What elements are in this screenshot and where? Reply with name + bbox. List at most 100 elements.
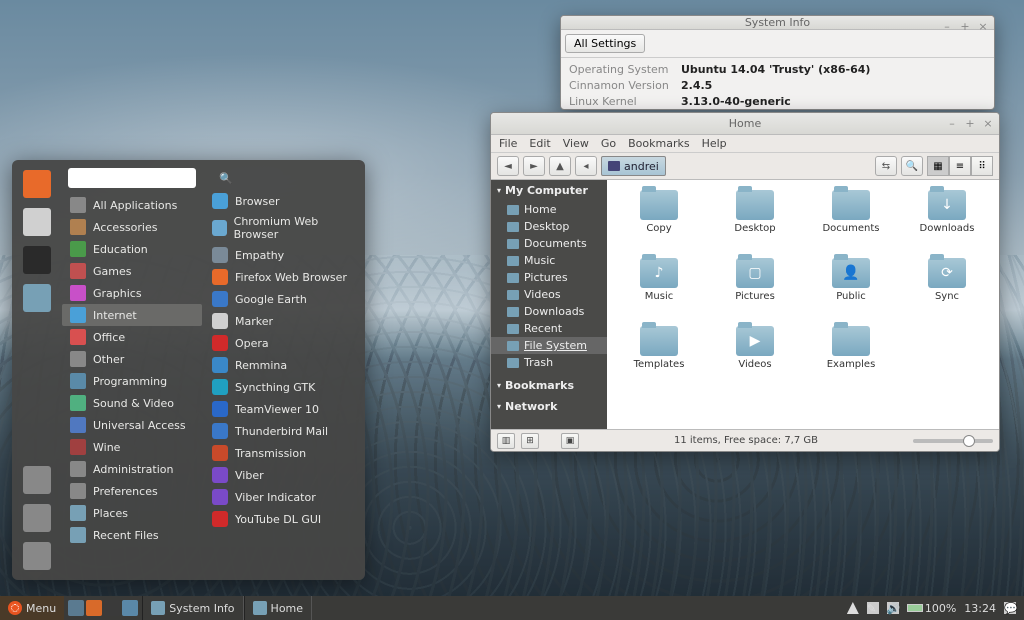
folder-sync[interactable]: ⟳Sync xyxy=(901,258,993,322)
menu-edit[interactable]: Edit xyxy=(529,137,550,150)
zoom-thumb[interactable] xyxy=(963,435,975,447)
status-tree-button[interactable]: ⊞ xyxy=(521,433,539,449)
app-chromium-web-browser[interactable]: Chromium Web Browser xyxy=(206,212,361,244)
all-settings-button[interactable]: All Settings xyxy=(565,34,645,53)
favorite-firefox[interactable] xyxy=(23,170,51,198)
notifications-icon[interactable]: 💬 xyxy=(1004,602,1016,614)
app-youtube-dl-gui[interactable]: YouTube DL GUI xyxy=(206,508,361,530)
sidebar-item-downloads[interactable]: Downloads xyxy=(491,303,607,320)
nav-path-button[interactable]: ◂ xyxy=(575,156,597,176)
view-icons-button[interactable]: ▦ xyxy=(927,156,949,176)
folder-pictures[interactable]: ▢Pictures xyxy=(709,258,801,322)
minimize-button[interactable]: – xyxy=(940,19,954,33)
folder-examples[interactable]: Examples xyxy=(805,326,897,390)
sidebar-item-file-system[interactable]: File System xyxy=(491,337,607,354)
app-search[interactable]: 🔍 xyxy=(68,168,196,188)
nav-up-button[interactable]: ▲ xyxy=(549,156,571,176)
zoom-slider[interactable] xyxy=(913,439,993,443)
maximize-button[interactable]: + xyxy=(958,19,972,33)
quick-launch-item[interactable] xyxy=(122,600,138,616)
network-icon[interactable]: ✎ xyxy=(867,602,879,614)
favorite-disk1[interactable] xyxy=(23,466,51,494)
folder-documents[interactable]: Documents xyxy=(805,190,897,254)
category-accessories[interactable]: Accessories xyxy=(62,216,202,238)
favorite-disk2[interactable] xyxy=(23,504,51,532)
sidebar-item-music[interactable]: Music xyxy=(491,252,607,269)
path-segment-home[interactable]: andrei xyxy=(601,156,666,176)
file-manager-content[interactable]: CopyDesktopDocuments↓Downloads♪Music▢Pic… xyxy=(607,180,999,429)
favorite-power[interactable] xyxy=(23,542,51,570)
app-marker[interactable]: Marker xyxy=(206,310,361,332)
folder-copy[interactable]: Copy xyxy=(613,190,705,254)
menu-button[interactable]: Menu xyxy=(0,596,64,620)
category-graphics[interactable]: Graphics xyxy=(62,282,202,304)
category-preferences[interactable]: Preferences xyxy=(62,480,202,502)
file-manager-titlebar[interactable]: Home – + × xyxy=(491,113,999,135)
app-teamviewer-10[interactable]: TeamViewer 10 xyxy=(206,398,361,420)
sidebar-section-bookmarks[interactable]: Bookmarks xyxy=(491,375,607,396)
user-icon[interactable] xyxy=(847,602,859,614)
quick-launch-item[interactable] xyxy=(86,600,102,616)
sidebar-item-recent[interactable]: Recent xyxy=(491,320,607,337)
close-button[interactable]: × xyxy=(976,19,990,33)
status-places-button[interactable]: ▥ xyxy=(497,433,515,449)
view-compact-button[interactable]: ⠿ xyxy=(971,156,993,176)
sidebar-item-home[interactable]: Home xyxy=(491,201,607,218)
app-firefox-web-browser[interactable]: Firefox Web Browser xyxy=(206,266,361,288)
menu-view[interactable]: View xyxy=(563,137,589,150)
maximize-button[interactable]: + xyxy=(963,116,977,130)
category-games[interactable]: Games xyxy=(62,260,202,282)
category-other[interactable]: Other xyxy=(62,348,202,370)
sidebar-item-pictures[interactable]: Pictures xyxy=(491,269,607,286)
nav-forward-button[interactable]: ► xyxy=(523,156,545,176)
task-home[interactable]: Home xyxy=(244,596,312,620)
favorite-files[interactable] xyxy=(23,208,51,236)
menu-go[interactable]: Go xyxy=(601,137,616,150)
menu-bookmarks[interactable]: Bookmarks xyxy=(628,137,689,150)
sidebar-item-videos[interactable]: Videos xyxy=(491,286,607,303)
app-search-input[interactable] xyxy=(74,172,219,185)
category-universal-access[interactable]: Universal Access xyxy=(62,414,202,436)
menu-help[interactable]: Help xyxy=(702,137,727,150)
battery-indicator[interactable]: 100% xyxy=(907,602,956,615)
folder-templates[interactable]: Templates xyxy=(613,326,705,390)
folder-public[interactable]: 👤Public xyxy=(805,258,897,322)
app-empathy[interactable]: Empathy xyxy=(206,244,361,266)
app-transmission[interactable]: Transmission xyxy=(206,442,361,464)
category-sound-video[interactable]: Sound & Video xyxy=(62,392,202,414)
app-browser[interactable]: Browser xyxy=(206,190,361,212)
app-viber-indicator[interactable]: Viber Indicator xyxy=(206,486,361,508)
sidebar-section-computer[interactable]: My Computer xyxy=(491,180,607,201)
category-programming[interactable]: Programming xyxy=(62,370,202,392)
app-thunderbird-mail[interactable]: Thunderbird Mail xyxy=(206,420,361,442)
menu-file[interactable]: File xyxy=(499,137,517,150)
category-internet[interactable]: Internet xyxy=(62,304,202,326)
clock[interactable]: 13:24 xyxy=(964,602,996,615)
sidebar-section-network[interactable]: Network xyxy=(491,396,607,417)
category-recent-files[interactable]: Recent Files xyxy=(62,524,202,546)
quick-launch-item[interactable] xyxy=(68,600,84,616)
app-viber[interactable]: Viber xyxy=(206,464,361,486)
category-office[interactable]: Office xyxy=(62,326,202,348)
favorite-folder[interactable] xyxy=(23,284,51,312)
app-google-earth[interactable]: Google Earth xyxy=(206,288,361,310)
category-education[interactable]: Education xyxy=(62,238,202,260)
quick-launch-item[interactable] xyxy=(104,600,120,616)
nav-back-button[interactable]: ◄ xyxy=(497,156,519,176)
category-all-applications[interactable]: All Applications xyxy=(62,194,202,216)
task-system-info[interactable]: System Info xyxy=(142,596,243,620)
favorite-terminal[interactable] xyxy=(23,246,51,274)
close-button[interactable]: × xyxy=(981,116,995,130)
category-administration[interactable]: Administration xyxy=(62,458,202,480)
app-remmina[interactable]: Remmina xyxy=(206,354,361,376)
category-wine[interactable]: Wine xyxy=(62,436,202,458)
volume-icon[interactable]: 🔊 xyxy=(887,602,899,614)
toggle-path-button[interactable]: ⇆ xyxy=(875,156,897,176)
sidebar-item-desktop[interactable]: Desktop xyxy=(491,218,607,235)
search-button[interactable]: 🔍 xyxy=(901,156,923,176)
minimize-button[interactable]: – xyxy=(945,116,959,130)
app-opera[interactable]: Opera xyxy=(206,332,361,354)
status-sidebar-button[interactable]: ▣ xyxy=(561,433,579,449)
folder-videos[interactable]: ▶Videos xyxy=(709,326,801,390)
sidebar-item-documents[interactable]: Documents xyxy=(491,235,607,252)
